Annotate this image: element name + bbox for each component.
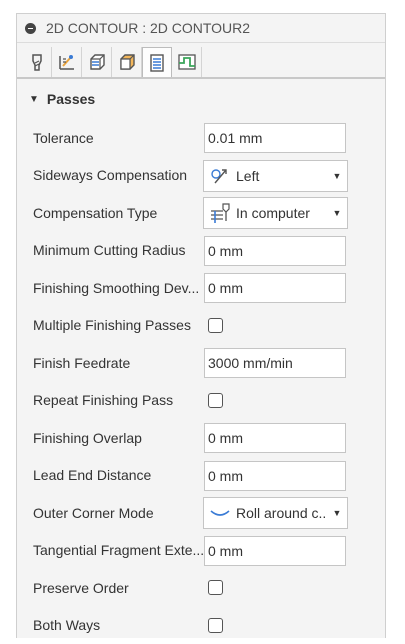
tolerance-label: Tolerance: [33, 119, 203, 157]
linking-icon: [176, 52, 198, 72]
finishing-smoothing-input[interactable]: 0 mm: [204, 273, 346, 303]
preserve-order-label: Preserve Order: [33, 569, 203, 607]
repeat-finishing-pass-label: Repeat Finishing Pass: [33, 382, 203, 420]
stock-icon: [117, 52, 137, 72]
section-passes-header[interactable]: ▼ Passes: [17, 79, 385, 119]
collapse-icon[interactable]: [25, 23, 36, 34]
row-finishing-overlap: Finishing Overlap 0 mm: [17, 419, 385, 457]
row-finishing-smoothing: Finishing Smoothing Dev... 0 mm: [17, 269, 385, 307]
row-compensation-type: Compensation Type In computer ▼: [17, 194, 385, 232]
row-minimum-cutting-radius: Minimum Cutting Radius 0 mm: [17, 232, 385, 270]
row-repeat-finishing-pass: Repeat Finishing Pass: [17, 382, 385, 420]
tab-heights[interactable]: [82, 47, 112, 77]
multiple-finishing-passes-label: Multiple Finishing Passes: [33, 307, 203, 345]
tab-bar: [17, 43, 385, 79]
tab-tool[interactable]: [22, 47, 52, 77]
lead-end-distance-input[interactable]: 0 mm: [204, 461, 346, 491]
tool-icon: [28, 52, 46, 72]
tangential-fragment-label: Tangential Fragment Exte...: [33, 532, 203, 570]
heights-icon: [87, 52, 107, 72]
finishing-overlap-input[interactable]: 0 mm: [204, 423, 346, 453]
panel-title: 2D CONTOUR : 2D CONTOUR2: [46, 20, 250, 36]
row-sideways-compensation: Sideways Compensation Left ▼: [17, 157, 385, 195]
finish-feedrate-input[interactable]: 3000 mm/min: [204, 348, 346, 378]
tangential-fragment-input[interactable]: 0 mm: [204, 536, 346, 566]
tab-linking[interactable]: [172, 47, 202, 77]
lead-end-distance-label: Lead End Distance: [33, 457, 203, 495]
repeat-finishing-pass-checkbox[interactable]: [208, 393, 223, 408]
operation-panel: 2D CONTOUR : 2D CONTOUR2: [16, 13, 386, 638]
sideways-compensation-icon: [208, 165, 232, 187]
section-title: Passes: [47, 91, 95, 107]
tab-geometry[interactable]: [52, 47, 82, 77]
both-ways-label: Both Ways: [33, 607, 203, 644]
multiple-finishing-passes-checkbox[interactable]: [208, 318, 223, 333]
sideways-compensation-select[interactable]: Left ▼: [203, 160, 348, 192]
sideways-compensation-label: Sideways Compensation: [33, 157, 203, 195]
row-multiple-finishing-passes: Multiple Finishing Passes: [17, 307, 385, 345]
tab-passes[interactable]: [142, 47, 172, 77]
dropdown-arrow-icon: ▼: [327, 508, 347, 518]
geometry-icon: [57, 52, 77, 72]
dropdown-arrow-icon: ▼: [327, 171, 347, 181]
roll-around-icon: [208, 502, 232, 524]
row-lead-end-distance: Lead End Distance 0 mm: [17, 457, 385, 495]
preserve-order-checkbox[interactable]: [208, 580, 223, 595]
compensation-type-label: Compensation Type: [33, 194, 203, 232]
sideways-compensation-value: Left: [236, 168, 327, 184]
finish-feedrate-label: Finish Feedrate: [33, 344, 203, 382]
passes-icon: [148, 53, 166, 73]
row-outer-corner-mode: Outer Corner Mode Roll around c... ▼: [17, 494, 385, 532]
row-tolerance: Tolerance 0.01 mm: [17, 119, 385, 157]
both-ways-checkbox[interactable]: [208, 618, 223, 633]
minimum-cutting-radius-label: Minimum Cutting Radius: [33, 232, 203, 270]
row-preserve-order: Preserve Order: [17, 569, 385, 607]
minimum-cutting-radius-input[interactable]: 0 mm: [204, 236, 346, 266]
compensation-type-icon: [208, 202, 232, 224]
tolerance-input[interactable]: 0.01 mm: [204, 123, 346, 153]
compensation-type-select[interactable]: In computer ▼: [203, 197, 348, 229]
dropdown-arrow-icon: ▼: [327, 208, 347, 218]
outer-corner-mode-select[interactable]: Roll around c... ▼: [203, 497, 348, 529]
finishing-smoothing-label: Finishing Smoothing Dev...: [33, 269, 203, 307]
panel-titlebar[interactable]: 2D CONTOUR : 2D CONTOUR2: [17, 14, 385, 43]
tab-stock[interactable]: [112, 47, 142, 77]
row-tangential-fragment: Tangential Fragment Exte... 0 mm: [17, 532, 385, 570]
row-both-ways: Both Ways: [17, 607, 385, 644]
outer-corner-mode-label: Outer Corner Mode: [33, 494, 203, 532]
compensation-type-value: In computer: [236, 205, 327, 221]
caret-down-icon[interactable]: ▼: [29, 94, 39, 105]
finishing-overlap-label: Finishing Overlap: [33, 419, 203, 457]
row-finish-feedrate: Finish Feedrate 3000 mm/min: [17, 344, 385, 382]
outer-corner-mode-value: Roll around c...: [236, 505, 327, 521]
